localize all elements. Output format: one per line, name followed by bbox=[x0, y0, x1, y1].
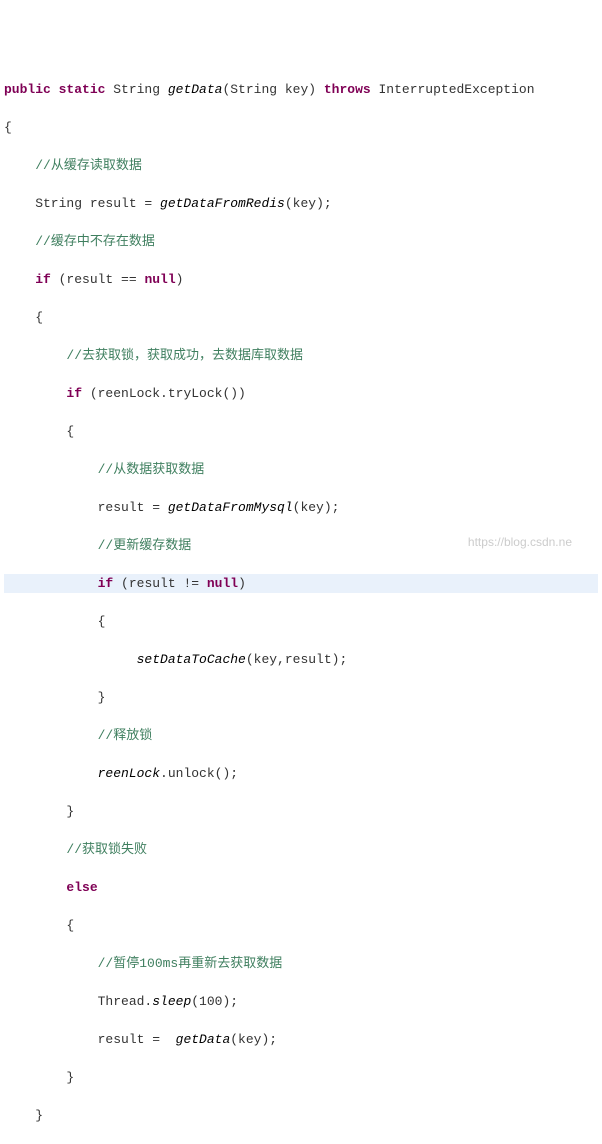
keyword: null bbox=[144, 272, 175, 287]
code-text: (key); bbox=[293, 500, 340, 515]
code-line: } bbox=[4, 802, 598, 821]
indent bbox=[4, 956, 98, 971]
indent bbox=[4, 538, 98, 553]
code-text: .unlock(); bbox=[160, 766, 238, 781]
code-line: //从缓存读取数据 bbox=[4, 156, 598, 175]
code-line: String result = getDataFromRedis(key); bbox=[4, 194, 598, 213]
code-text: ) bbox=[176, 272, 184, 287]
identifier: reenLock bbox=[98, 766, 160, 781]
comment: //暂停100ms再重新去获取数据 bbox=[98, 956, 283, 971]
comment: //去获取锁，获取成功，去数据库取数据 bbox=[66, 348, 303, 363]
code-line: //暂停100ms再重新去获取数据 bbox=[4, 954, 598, 973]
keyword: public static bbox=[4, 82, 105, 97]
method-call: getDataFromRedis bbox=[160, 196, 285, 211]
comment: //更新缓存数据 bbox=[98, 538, 192, 553]
code-line: //从数据获取数据 bbox=[4, 460, 598, 479]
indent bbox=[4, 462, 98, 477]
keyword: throws bbox=[324, 82, 371, 97]
code-text: (key); bbox=[230, 1032, 277, 1047]
code-line: Thread.sleep(100); bbox=[4, 992, 598, 1011]
code-text: Thread. bbox=[4, 994, 152, 1009]
code-line: { bbox=[4, 916, 598, 935]
method-name: getData bbox=[168, 82, 223, 97]
code-text: (String key) bbox=[222, 82, 323, 97]
indent bbox=[4, 348, 66, 363]
code-text: (result != bbox=[113, 576, 207, 591]
method-call: getDataFromMysql bbox=[168, 500, 293, 515]
indent bbox=[4, 880, 66, 895]
indent bbox=[4, 766, 98, 781]
code-line: { bbox=[4, 118, 598, 137]
code-text: String result = bbox=[4, 196, 160, 211]
keyword: if bbox=[66, 386, 82, 401]
keyword: if bbox=[98, 576, 114, 591]
code-text: (key); bbox=[285, 196, 332, 211]
code-line: result = getData(key); bbox=[4, 1030, 598, 1049]
code-line: //缓存中不存在数据 bbox=[4, 232, 598, 251]
code-line: } bbox=[4, 688, 598, 707]
indent bbox=[4, 842, 66, 857]
code-line: else bbox=[4, 878, 598, 897]
code-text: ) bbox=[238, 576, 246, 591]
indent bbox=[4, 158, 35, 173]
code-text: (result == bbox=[51, 272, 145, 287]
code-line: //释放锁 bbox=[4, 726, 598, 745]
comment: //获取锁失败 bbox=[66, 842, 147, 857]
keyword: else bbox=[66, 880, 97, 895]
indent bbox=[4, 728, 98, 743]
method-call: setDataToCache bbox=[137, 652, 246, 667]
comment: //释放锁 bbox=[98, 728, 153, 743]
code-text: (100); bbox=[191, 994, 238, 1009]
code-text: result = bbox=[4, 500, 168, 515]
code-line-highlighted: if (result != null) bbox=[4, 574, 598, 593]
code-text: result = bbox=[4, 1032, 176, 1047]
keyword: null bbox=[207, 576, 238, 591]
keyword: if bbox=[35, 272, 51, 287]
code-line: { bbox=[4, 308, 598, 327]
method-call: getData bbox=[176, 1032, 231, 1047]
indent bbox=[4, 386, 66, 401]
code-line: //去获取锁，获取成功，去数据库取数据 bbox=[4, 346, 598, 365]
code-line: reenLock.unlock(); bbox=[4, 764, 598, 783]
code-text: (reenLock.tryLock()) bbox=[82, 386, 246, 401]
method-call: sleep bbox=[152, 994, 191, 1009]
indent bbox=[4, 652, 137, 667]
code-line: if (reenLock.tryLock()) bbox=[4, 384, 598, 403]
comment: //从缓存读取数据 bbox=[35, 158, 142, 173]
code-line: public static String getData(String key)… bbox=[4, 80, 598, 99]
code-line: //更新缓存数据 bbox=[4, 536, 598, 555]
code-line: result = getDataFromMysql(key); bbox=[4, 498, 598, 517]
code-text: String bbox=[105, 82, 167, 97]
code-line: } bbox=[4, 1068, 598, 1087]
indent bbox=[4, 576, 98, 591]
code-line: { bbox=[4, 422, 598, 441]
indent bbox=[4, 234, 35, 249]
comment: //从数据获取数据 bbox=[98, 462, 205, 477]
indent bbox=[4, 272, 35, 287]
code-line: { bbox=[4, 612, 598, 631]
code-text: InterruptedException bbox=[371, 82, 535, 97]
code-line: if (result == null) bbox=[4, 270, 598, 289]
code-line: setDataToCache(key,result); bbox=[4, 650, 598, 669]
code-line: //获取锁失败 bbox=[4, 840, 598, 859]
comment: //缓存中不存在数据 bbox=[35, 234, 155, 249]
code-text: (key,result); bbox=[246, 652, 347, 667]
code-line: } bbox=[4, 1106, 598, 1125]
